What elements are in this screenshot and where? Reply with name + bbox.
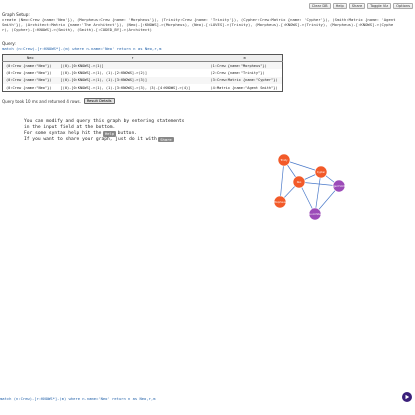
table-row: (0:Crew {name:"Neo"}) [(0)-[0:KNOWS]->(1… <box>2 61 283 69</box>
intro-text: You can modify and query this graph by e… <box>24 119 184 143</box>
table-cell: (0:Crew {name:"Neo"}) <box>2 76 58 84</box>
graph-node-label: Morpheus <box>274 201 286 204</box>
graph-setup-code: create (Neo:Crew {name:'Neo'}), (Morpheu… <box>2 17 396 32</box>
table-cell: [(0)-[0:KNOWS]->(1), (1)-[3:KNOWS]->(3),… <box>57 84 208 92</box>
query-input-bar <box>0 390 415 410</box>
query-input[interactable] <box>0 396 395 401</box>
table-row: (0:Crew {name:"Neo"}) [(0)-[0:KNOWS]->(1… <box>2 69 283 77</box>
table-row: (0:Crew {name:"Neo"}) [(0)-[0:KNOWS]->(1… <box>2 84 283 92</box>
run-query-button[interactable] <box>402 392 412 402</box>
graph-nodes: Neo Morpheus Trinity Cypher Agent Smith The A… <box>273 153 347 221</box>
table-cell: (0:Crew {name:"Neo"}) <box>2 61 58 69</box>
graph-node-label: Agent Smith <box>332 185 347 188</box>
graph-node-label: The Architect <box>307 213 322 216</box>
query-status-text: Query took 10 ms and returned 4 rows. <box>2 98 81 104</box>
result-details-button[interactable]: Result Details <box>83 98 115 104</box>
options-button[interactable]: Options <box>393 3 413 9</box>
table-cell: [(0)-[0:KNOWS]->(1), (1)-[3:KNOWS]->(3)] <box>57 76 208 84</box>
intro-share-prefix: If you want to share your graph, just do… <box>24 136 157 142</box>
graph-edges <box>279 159 340 215</box>
graph-node-label: Trinity <box>280 159 288 162</box>
results-table: Neo r m (0:Crew {name:"Neo"}) [(0)-[0:KN… <box>2 54 283 92</box>
table-cell: (0:Crew {name:"Neo"}) <box>2 69 58 77</box>
column-header-r[interactable]: r <box>57 54 208 62</box>
table-cell: (4:Matrix {name:"Agent Smith"}) <box>207 84 283 92</box>
toolbar: Clear DB Help Share Toggle Viz Options <box>308 3 413 9</box>
table-cell: (2:Crew {name:"Trinity"}) <box>207 69 283 77</box>
table-cell: [(0)-[0:KNOWS]->(1)] <box>57 61 208 69</box>
table-cell: (0:Crew {name:"Neo"}) <box>2 84 58 92</box>
graph-node-label: Cypher <box>317 171 325 174</box>
inline-help-button[interactable]: Help <box>102 131 117 137</box>
play-icon <box>405 394 410 400</box>
table-cell: [(0)-[0:KNOWS]->(1), (1)-[2:KNOWS]->(2)] <box>57 69 208 77</box>
clear-db-button[interactable]: Clear DB <box>308 3 331 9</box>
graph-node-label: Neo <box>297 181 302 184</box>
share-button[interactable]: Share <box>348 3 366 9</box>
graph-edge <box>279 159 285 203</box>
results-header-row: Neo r m <box>2 54 283 62</box>
table-cell: (3:Crew:Matrix {name:"Cypher"}) <box>207 76 283 84</box>
table-row: (0:Crew {name:"Neo"}) [(0)-[0:KNOWS]->(1… <box>2 76 283 84</box>
query-code: match (n:Crew)-[r:KNOWS*]-(m) where n.na… <box>2 46 162 51</box>
table-cell: (1:Crew {name:"Morpheus"}) <box>207 61 283 69</box>
query-status: Query took 10 ms and returned 4 rows. Re… <box>2 98 115 104</box>
column-header-m[interactable]: m <box>207 54 283 62</box>
intro-line-share: If you want to share your graph, just do… <box>24 137 184 143</box>
toggle-viz-button[interactable]: Toggle Viz <box>367 3 392 9</box>
column-header-neo[interactable]: Neo <box>2 54 58 62</box>
graph-visualization[interactable]: Neo Morpheus Trinity Cypher Agent Smith The A… <box>270 150 350 225</box>
graph-setup: Graph Setup: create (Neo:Crew {name:'Neo… <box>2 12 397 33</box>
help-button[interactable]: Help <box>332 3 347 9</box>
inline-share-button[interactable]: Share <box>158 136 174 143</box>
